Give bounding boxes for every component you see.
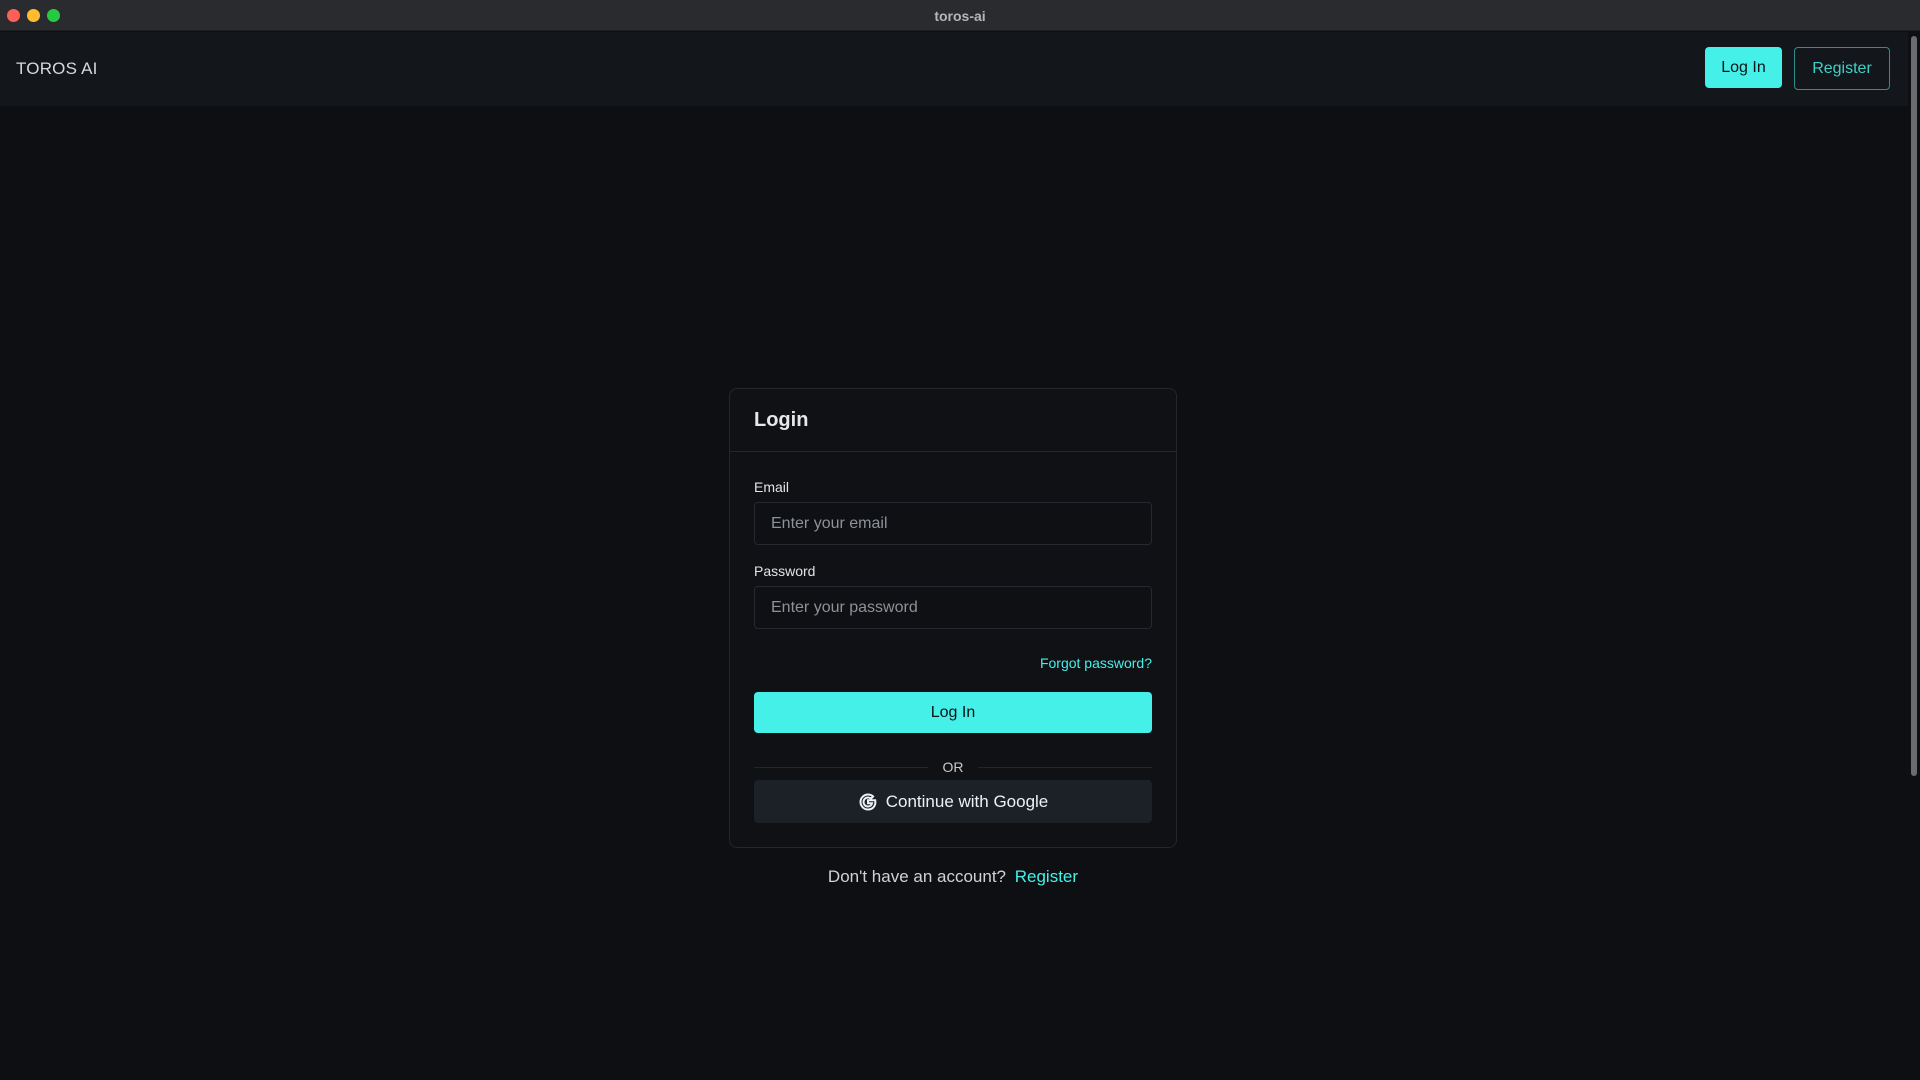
divider-line-left [754, 767, 928, 768]
login-submit-button[interactable]: Log In [754, 692, 1152, 733]
google-g-icon [858, 792, 878, 812]
forgot-password-link[interactable]: Forgot password? [1040, 655, 1152, 671]
app-header: TOROS AI Log In Register [0, 32, 1908, 106]
email-input[interactable] [754, 502, 1152, 545]
email-label: Email [754, 479, 790, 495]
signup-prompt: Don't have an account? Register [729, 867, 1177, 887]
signup-prompt-text: Don't have an account? [827, 867, 1007, 886]
login-card: Login Email Password Forgot password? Lo… [729, 388, 1177, 848]
password-input[interactable] [754, 586, 1152, 629]
google-signin-button[interactable]: Continue with Google [754, 780, 1152, 823]
header-register-button[interactable]: Register [1794, 47, 1890, 90]
header-login-button[interactable]: Log In [1705, 47, 1782, 88]
or-divider-text: OR [942, 759, 964, 775]
login-card-header: Login [730, 389, 1176, 452]
google-button-label: Continue with Google [885, 791, 1049, 811]
login-title: Login [754, 409, 809, 431]
brand-logo-text[interactable]: TOROS AI [16, 59, 98, 79]
page-scrollbar[interactable] [1908, 32, 1920, 1080]
scrollbar-thumb[interactable] [1911, 36, 1917, 776]
window-title-bar: toros-ai [0, 0, 1920, 31]
app-window: toros-ai TOROS AI Log In Register Login … [0, 0, 1920, 1080]
or-divider: OR [754, 758, 1152, 778]
register-link[interactable]: Register [1015, 867, 1078, 886]
divider-line-right [978, 767, 1152, 768]
password-label: Password [754, 563, 816, 579]
window-title: toros-ai [934, 8, 986, 24]
